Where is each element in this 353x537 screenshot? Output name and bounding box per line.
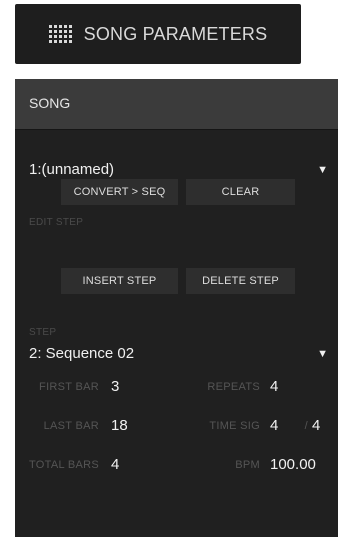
song-parameters-button[interactable]: SONG PARAMETERS bbox=[15, 4, 301, 64]
song-parameters-page: SONG PARAMETERS SONG 1:(unnamed) ▼ CONVE… bbox=[0, 0, 353, 537]
chevron-down-icon: ▼ bbox=[317, 347, 328, 360]
grid-icon bbox=[48, 25, 72, 43]
song-select-value: 1:(unnamed) bbox=[29, 161, 115, 178]
time-sig-separator: / bbox=[304, 420, 308, 432]
chevron-down-icon: ▼ bbox=[317, 163, 328, 176]
total-bars-label: TOTAL BARS bbox=[28, 459, 99, 471]
time-sig-label: TIME SIG bbox=[209, 420, 260, 432]
panel-header: SONG bbox=[15, 79, 338, 130]
song-select[interactable]: 1:(unnamed) ▼ bbox=[29, 161, 328, 178]
convert-to-seq-button[interactable]: CONVERT > SEQ bbox=[61, 179, 178, 205]
last-bar-value[interactable]: 18 bbox=[111, 417, 128, 434]
step-label: STEP bbox=[29, 327, 57, 338]
time-sig-denominator[interactable]: 4 bbox=[312, 417, 320, 434]
total-bars-value: 4 bbox=[111, 456, 120, 473]
step-select[interactable]: 2: Sequence 02 ▼ bbox=[29, 345, 328, 362]
time-sig-numerator[interactable]: 4 bbox=[270, 417, 278, 434]
last-bar-label: LAST BAR bbox=[43, 420, 99, 432]
repeats-value[interactable]: 4 bbox=[270, 378, 278, 395]
insert-step-button[interactable]: INSERT STEP bbox=[61, 268, 178, 294]
repeats-label: REPEATS bbox=[207, 381, 260, 393]
step-select-value: 2: Sequence 02 bbox=[29, 345, 135, 362]
clear-button[interactable]: CLEAR bbox=[186, 179, 295, 205]
panel-title: SONG bbox=[29, 95, 71, 111]
bpm-value[interactable]: 100.00 bbox=[270, 456, 316, 473]
delete-step-button[interactable]: DELETE STEP bbox=[186, 268, 295, 294]
bpm-label: BPM bbox=[235, 459, 260, 471]
first-bar-label: FIRST BAR bbox=[39, 381, 99, 393]
first-bar-value[interactable]: 3 bbox=[111, 378, 119, 395]
header-title: SONG PARAMETERS bbox=[83, 23, 268, 44]
song-panel: SONG 1:(unnamed) ▼ CONVERT > SEQ CLEAR E… bbox=[15, 79, 338, 537]
edit-step-label: EDIT STEP bbox=[29, 217, 84, 228]
